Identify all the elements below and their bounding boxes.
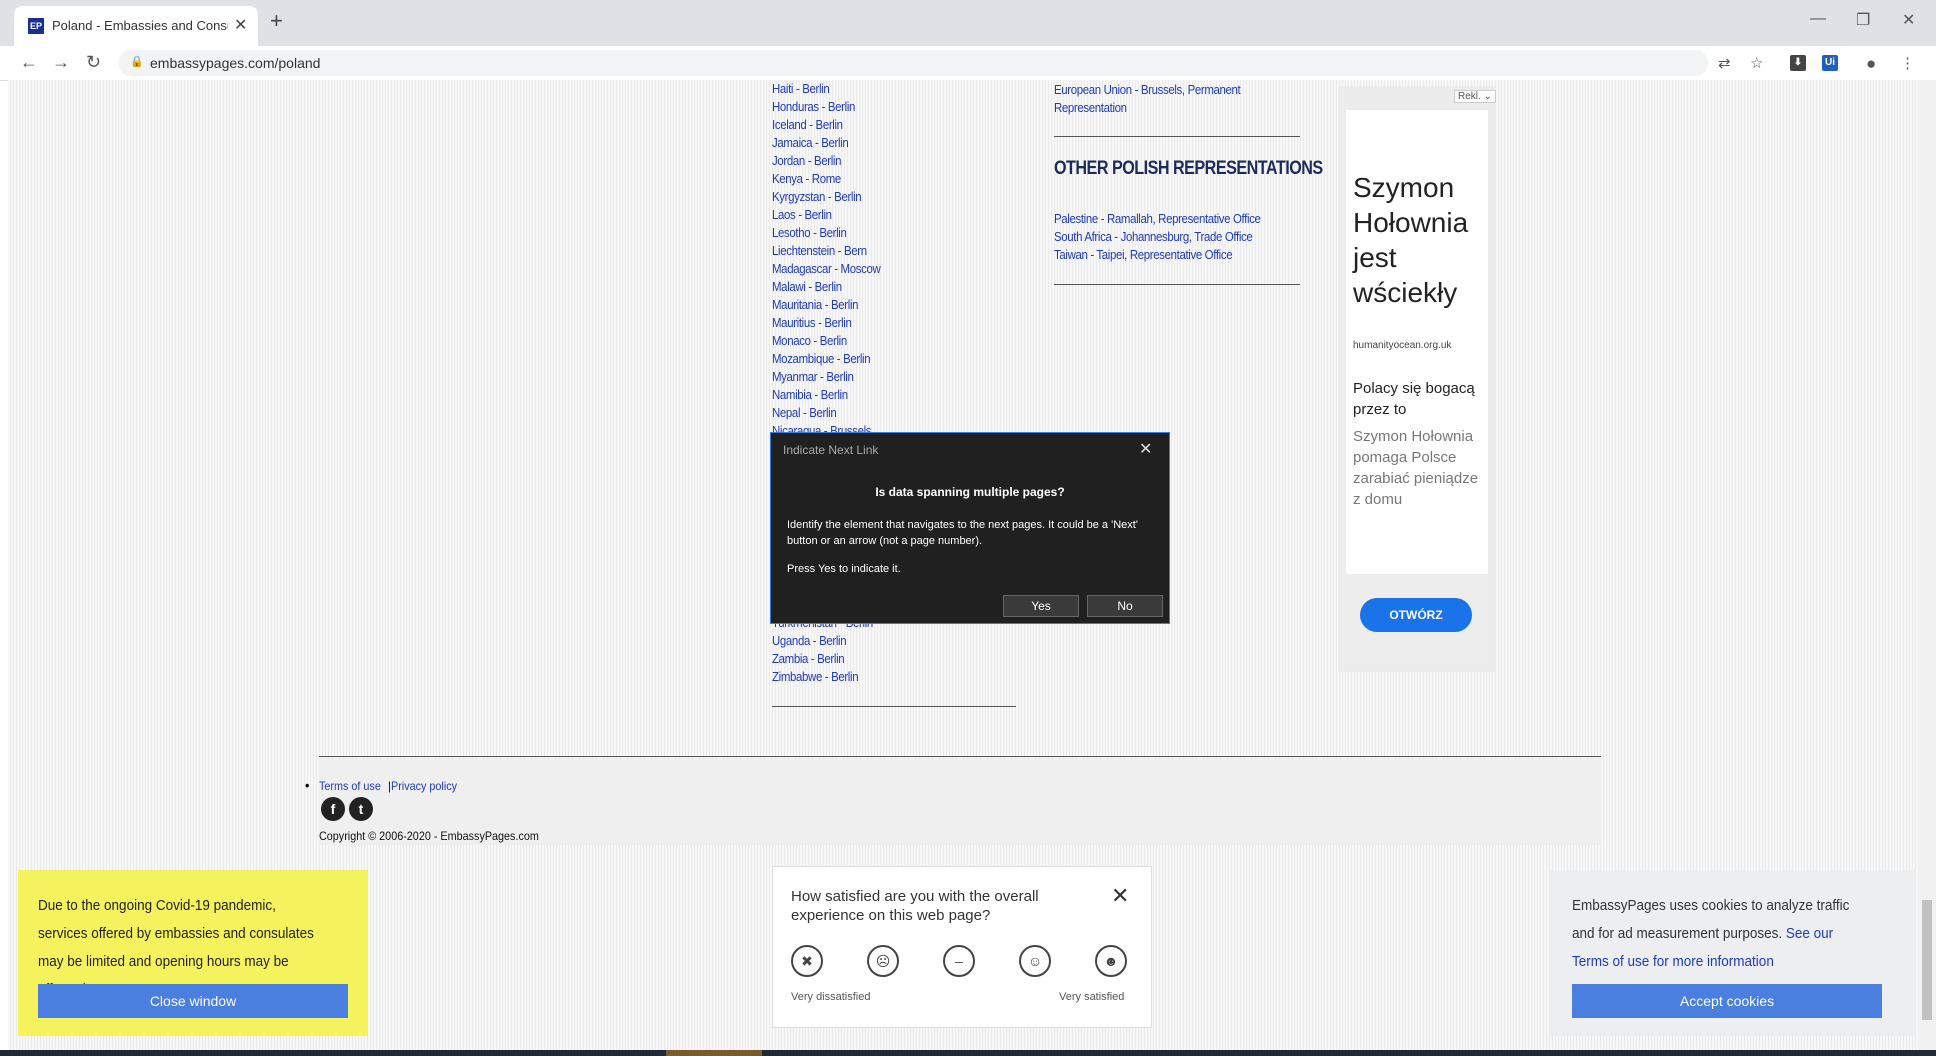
covid-notice: Due to the ongoing Covid-19 pandemic, se… (18, 870, 368, 1036)
embassy-link[interactable]: Jordan - Berlin (772, 152, 880, 170)
scale-high-label: Very satisfied (1059, 991, 1125, 1003)
browser-titlebar: EP Poland - Embassies and Consulat ✕ + —… (0, 0, 1936, 46)
taskbar-app[interactable] (666, 1050, 762, 1056)
bookmark-star-icon[interactable]: ☆ (1750, 54, 1763, 72)
dialog-question: Is data spanning multiple pages? (875, 485, 1065, 499)
embassy-link[interactable]: Madagascar - Moscow (772, 260, 881, 278)
privacy-link[interactable]: Privacy policy (391, 779, 457, 793)
embassy-link[interactable]: Namibia - Berlin (772, 386, 880, 404)
tab-title: Poland - Embassies and Consulat (52, 18, 228, 33)
address-bar[interactable]: 🔒 embassypages.com/poland (118, 50, 1708, 76)
divider (772, 706, 1016, 707)
reload-icon[interactable]: ↻ (86, 52, 101, 73)
embassy-link[interactable]: Mauritius - Berlin (772, 314, 880, 332)
translate-icon[interactable]: ⇄ (1718, 54, 1731, 72)
scale-low-label: Very dissatisfied (791, 991, 871, 1003)
scrollbar[interactable] (1918, 80, 1936, 1050)
embassy-list-continued: Turkmenistan - Berlin Uganda - Berlin Za… (772, 614, 887, 686)
accept-cookies-button[interactable]: Accept cookies (1572, 984, 1882, 1018)
survey-question: How satisfied are you with the overall e… (791, 888, 1039, 924)
representation-link[interactable]: Palestine - Ramallah, Representative Off… (1054, 210, 1261, 228)
other-representations-list: Palestine - Ramallah, Representative Off… (1054, 210, 1289, 264)
embassy-link[interactable]: Haiti - Berlin (772, 80, 880, 98)
footer-links: • Terms of use | Privacy policy (305, 777, 464, 793)
uipath-extension-icon[interactable]: Ui (1822, 55, 1838, 71)
representation-link[interactable]: South Africa - Johannesburg, Trade Offic… (1054, 228, 1261, 246)
close-icon[interactable]: ✕ (1111, 883, 1129, 909)
bullet: • (305, 777, 310, 793)
twitter-icon[interactable]: t (349, 797, 373, 821)
neutral-face-icon[interactable]: – (943, 945, 975, 977)
ad-body: Szymon Hołownia pomaga Polsce zarabiać p… (1353, 428, 1479, 508)
favicon-icon: EP (28, 18, 44, 34)
embassy-link[interactable]: Honduras - Berlin (772, 98, 880, 116)
restore-icon[interactable]: ❐ (1856, 10, 1870, 30)
dissatisfied-face-icon[interactable]: ☹ (867, 945, 899, 977)
close-icon[interactable]: ✕ (1139, 439, 1152, 459)
menu-icon[interactable]: ⋮ (1900, 54, 1915, 72)
representation-link[interactable]: Taiwan - Taipei, Representative Office (1054, 246, 1261, 264)
embassy-link[interactable]: Nepal - Berlin (772, 404, 880, 422)
advertisement[interactable]: Rekl. ⌄ Szymon Hołownia jest wściekły hu… (1338, 86, 1496, 672)
url-text: embassypages.com/poland (150, 55, 321, 71)
very-satisfied-face-icon[interactable]: ☻ (1095, 945, 1127, 977)
satisfaction-survey: How satisfied are you with the overall e… (772, 866, 1152, 1028)
tab-close-icon[interactable]: ✕ (234, 15, 247, 35)
embassy-link[interactable]: Iceland - Berlin (772, 116, 880, 134)
embassy-link[interactable]: Jamaica - Berlin (772, 134, 880, 152)
back-icon[interactable]: ← (20, 52, 38, 73)
ad-headline[interactable]: Szymon Hołownia jest wściekły (1353, 170, 1485, 310)
browser-tab[interactable]: EP Poland - Embassies and Consulat ✕ (14, 6, 258, 46)
embassy-link[interactable]: Kenya - Rome (772, 170, 880, 188)
embassy-link[interactable]: Laos - Berlin (772, 206, 880, 224)
embassy-link[interactable]: Mozambique - Berlin (772, 350, 880, 368)
ad-open-button[interactable]: OTWÓRZ (1360, 598, 1472, 632)
divider (1054, 136, 1300, 137)
ad-cta-area: OTWÓRZ (1346, 574, 1488, 664)
facebook-icon[interactable]: f (321, 797, 345, 821)
embassy-link[interactable]: Uganda - Berlin (772, 632, 873, 650)
os-taskbar (0, 1050, 1936, 1056)
embassy-link[interactable]: Mauritania - Berlin (772, 296, 880, 314)
very-dissatisfied-face-icon[interactable]: ✖ (791, 945, 823, 977)
embassy-link[interactable]: Zambia - Berlin (772, 650, 873, 668)
embassy-link[interactable]: Malawi - Berlin (772, 278, 880, 296)
embassy-link[interactable]: Myanmar - Berlin (772, 368, 880, 386)
page-footer: • Terms of use | Privacy policy f t Copy… (305, 756, 1601, 845)
browser-toolbar: ← → ↻ 🔒 embassypages.com/poland ⇄ ☆ ⬇ Ui… (0, 46, 1936, 81)
embassy-link[interactable]: Liechtenstein - Bern (772, 242, 880, 260)
divider (1054, 284, 1300, 285)
embassy-link[interactable]: Lesotho - Berlin (772, 224, 880, 242)
ad-domain: humanityocean.org.uk (1353, 340, 1452, 351)
copyright: Copyright © 2006-2020 - EmbassyPages.com (319, 829, 539, 843)
ad-card[interactable]: Szymon Hołownia jest wściekły humanityoc… (1346, 110, 1488, 664)
extension-download-icon[interactable]: ⬇ (1790, 55, 1806, 71)
satisfied-face-icon[interactable]: ☺ (1019, 945, 1051, 977)
new-tab-icon[interactable]: + (270, 10, 283, 32)
yes-button[interactable]: Yes (1003, 595, 1079, 617)
eu-representation-link[interactable]: European Union - Brussels, Permanent Rep… (1054, 81, 1283, 117)
embassy-link[interactable]: Monaco - Berlin (772, 332, 880, 350)
scrollbar-thumb[interactable] (1922, 900, 1932, 1020)
embassy-link[interactable]: Kyrgyzstan - Berlin (772, 188, 880, 206)
window-close-icon[interactable]: ✕ (1902, 10, 1915, 30)
cookie-notice-text: EmbassyPages uses cookies to analyze tra… (1572, 892, 1869, 976)
dialog-description: Identify the element that navigates to t… (787, 519, 1138, 547)
embassy-list: Haiti - Berlin Honduras - Berlin Iceland… (772, 80, 895, 440)
terms-link[interactable]: Terms of use (319, 779, 381, 793)
cookie-notice: EmbassyPages uses cookies to analyze tra… (1550, 870, 1916, 1036)
dialog-title: Indicate Next Link (783, 443, 879, 457)
no-button[interactable]: No (1087, 595, 1163, 617)
section-heading: OTHER POLISH REPRESENTATIONS (1054, 158, 1323, 179)
ad-subheadline: Polacy się bogacą przez to (1353, 380, 1475, 418)
dialog-instruction: Press Yes to indicate it. (787, 563, 901, 575)
indicate-next-link-dialog: Indicate Next Link ✕ Is data spanning mu… (770, 432, 1170, 624)
embassy-link[interactable]: Zimbabwe - Berlin (772, 668, 873, 686)
minimize-icon[interactable]: — (1810, 10, 1826, 28)
forward-icon[interactable]: → (52, 52, 70, 73)
ad-label[interactable]: Rekl. ⌄ (1454, 90, 1496, 103)
lock-icon: 🔒 (130, 56, 144, 68)
close-window-button[interactable]: Close window (38, 984, 348, 1018)
profile-icon[interactable]: ● (1866, 54, 1876, 74)
